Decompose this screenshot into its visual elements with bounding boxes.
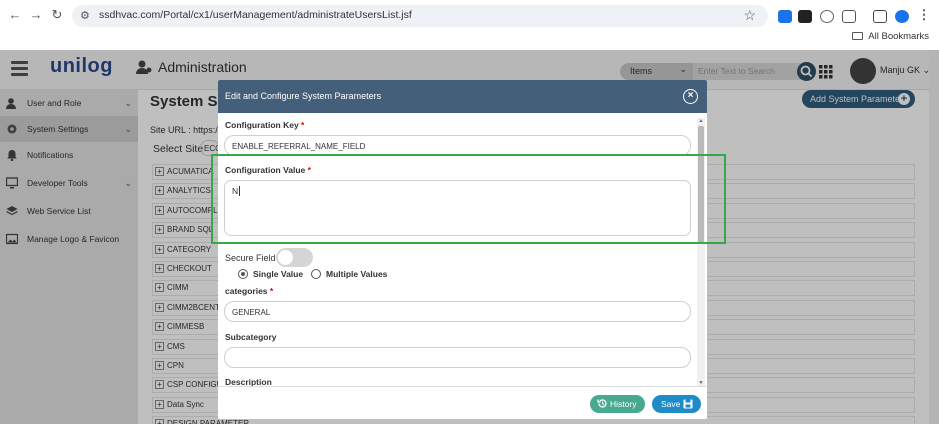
all-bookmarks-label: All Bookmarks [868, 31, 929, 42]
url-text: ssdhvac.com/Portal/cx1/userManagement/ad… [99, 9, 412, 21]
categories-label-text: categories [225, 286, 268, 296]
config-key-label-text: Configuration Key [225, 120, 299, 130]
dialog-title: Edit and Configure System Parameters [225, 91, 382, 101]
profile-icon[interactable] [895, 10, 909, 23]
browser-chrome: ← → ↻ ⚙ ssdhvac.com/Portal/cx1/userManag… [0, 0, 939, 50]
secure-field-toggle[interactable] [276, 248, 313, 267]
categories-field[interactable]: GENERAL [224, 301, 691, 322]
dialog-footer: History Save [218, 386, 707, 419]
config-key-field[interactable]: ENABLE_REFERRAL_NAME_FIELD [224, 135, 691, 156]
radio-selected-icon [238, 269, 248, 279]
bookmark-star-icon[interactable]: ☆ [743, 7, 756, 24]
floppy-disk-icon [683, 399, 693, 409]
extension-icon[interactable] [778, 10, 792, 23]
required-mark: * [269, 286, 274, 296]
multiple-values-radio[interactable]: Multiple Values [311, 269, 387, 279]
back-icon[interactable]: ← [8, 8, 22, 22]
all-bookmarks[interactable]: All Bookmarks [852, 31, 929, 42]
scroll-up-icon[interactable]: ▲ [697, 118, 705, 124]
site-info-icon[interactable]: ⚙ [80, 9, 90, 22]
config-key-label: Configuration Key * [225, 120, 304, 130]
toggle-knob [278, 250, 293, 265]
dialog-header: Edit and Configure System Parameters × [218, 80, 707, 113]
history-icon [597, 399, 607, 408]
folder-icon [852, 32, 864, 40]
secure-field-label: Secure Field [225, 253, 276, 263]
close-icon[interactable]: × [683, 89, 698, 104]
reload-icon[interactable]: ↻ [50, 8, 64, 22]
highlight-annotation [211, 154, 726, 244]
edit-parameter-dialog: Edit and Configure System Parameters × C… [218, 80, 707, 419]
history-button[interactable]: History [590, 395, 645, 413]
compass-icon[interactable] [820, 10, 834, 23]
history-button-label: History [610, 399, 637, 409]
extension-icon[interactable] [798, 10, 812, 23]
multiple-values-label: Multiple Values [326, 269, 388, 279]
subcategory-label: Subcategory [225, 332, 277, 342]
subcategory-field[interactable] [224, 347, 691, 368]
menu-dots-icon[interactable]: ⋮ [917, 8, 931, 22]
puzzle-icon[interactable] [842, 10, 856, 23]
categories-label: categories * [225, 286, 273, 296]
single-value-radio[interactable]: Single Value [238, 269, 303, 279]
single-value-label: Single Value [253, 269, 304, 279]
radio-unselected-icon [311, 269, 321, 279]
forward-icon[interactable]: → [29, 8, 43, 22]
save-button[interactable]: Save [652, 395, 701, 413]
address-bar[interactable]: ⚙ ssdhvac.com/Portal/cx1/userManagement/… [72, 5, 768, 27]
required-mark: * [301, 120, 305, 130]
save-button-label: Save [661, 399, 681, 409]
sidepanel-icon[interactable] [873, 10, 887, 23]
